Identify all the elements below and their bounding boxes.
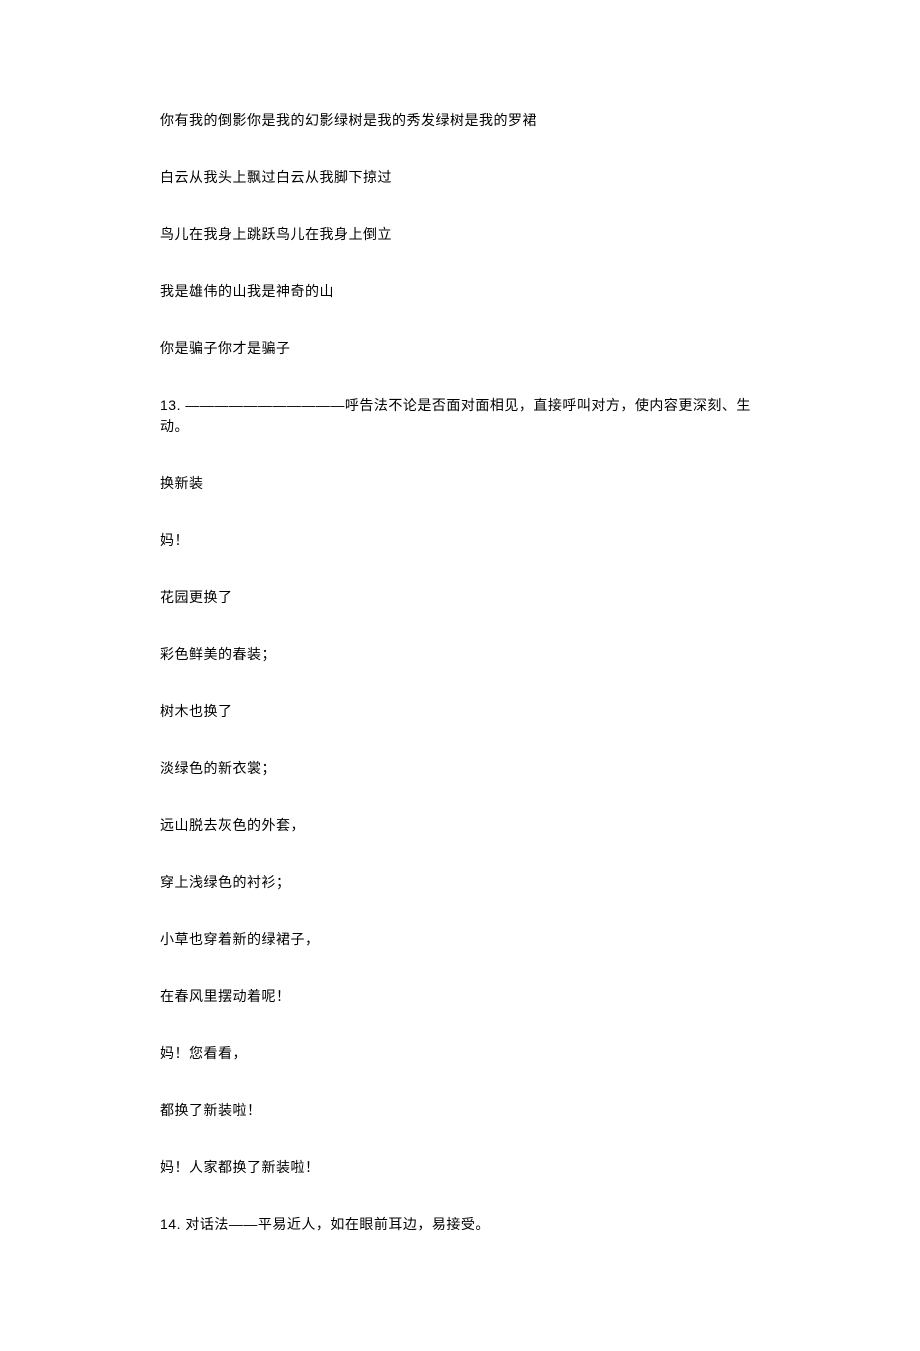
text-line: 你是骗子你才是骗子: [160, 338, 760, 359]
text-line: 白云从我头上飘过白云从我脚下掠过: [160, 167, 760, 188]
text-line: 彩色鲜美的春装；: [160, 644, 760, 665]
text-line: 14. 对话法――平易近人，如在眼前耳边，易接受。: [160, 1214, 760, 1235]
text-line: 穿上浅绿色的衬衫；: [160, 872, 760, 893]
text-line: 我是雄伟的山我是神奇的山: [160, 281, 760, 302]
text-line: 13. ―――――――――――呼告法不论是否面对面相见，直接呼叫对方，使内容更深…: [160, 395, 760, 437]
document-page: 你有我的倒影你是我的幻影绿树是我的秀发绿树是我的罗裙 白云从我头上飘过白云从我脚…: [0, 0, 920, 1351]
text-line: 鸟儿在我身上跳跃鸟儿在我身上倒立: [160, 224, 760, 245]
text-line: 妈！: [160, 530, 760, 551]
text-line: 在春风里摆动着呢！: [160, 986, 760, 1007]
text-line: 树木也换了: [160, 701, 760, 722]
text-line: 妈！人家都换了新装啦！: [160, 1157, 760, 1178]
text-line: 换新装: [160, 473, 760, 494]
text-line: 淡绿色的新衣裳；: [160, 758, 760, 779]
text-line: 妈！您看看，: [160, 1043, 760, 1064]
text-line: 都换了新装啦！: [160, 1100, 760, 1121]
text-line: 远山脱去灰色的外套，: [160, 815, 760, 836]
text-line: 小草也穿着新的绿裙子，: [160, 929, 760, 950]
text-line: 花园更换了: [160, 587, 760, 608]
text-line: 你有我的倒影你是我的幻影绿树是我的秀发绿树是我的罗裙: [160, 110, 760, 131]
